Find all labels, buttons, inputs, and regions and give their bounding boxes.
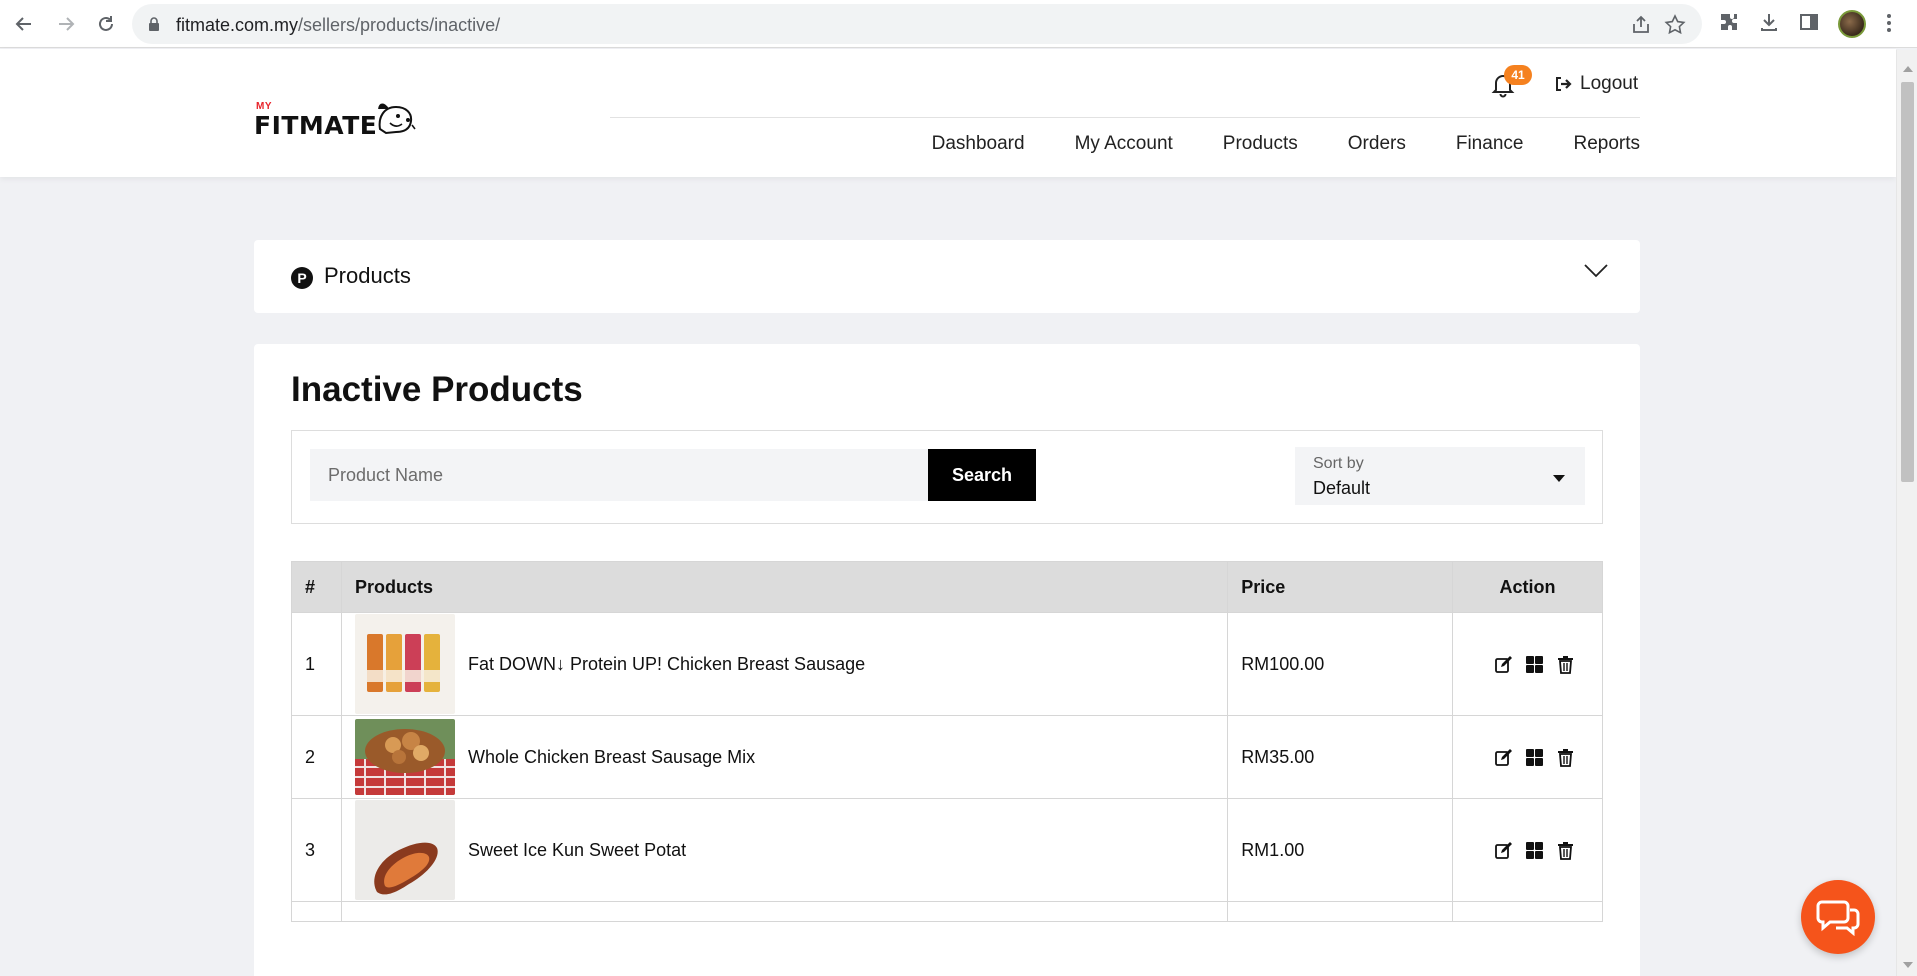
- side-panel-icon[interactable]: [1798, 11, 1822, 35]
- dog-mascot-icon: [378, 103, 416, 135]
- edit-icon[interactable]: [1494, 748, 1513, 767]
- action-cell: [1452, 798, 1603, 902]
- product-name-link[interactable]: Sweet Ice Kun Sweet Potat: [468, 840, 686, 861]
- sort-by-label: Sort by: [1313, 455, 1364, 472]
- product-name-link[interactable]: Whole Chicken Breast Sausage Mix: [468, 747, 755, 768]
- url-host: fitmate.com.my: [176, 15, 299, 35]
- live-chat-button[interactable]: [1801, 880, 1875, 954]
- sort-by-value: Default: [1313, 478, 1371, 498]
- product-cell: Fat DOWN↓ Protein UP! Chicken Breast Sau…: [340, 612, 1229, 716]
- table-row: 2 Whole Chicken Breast Sausage Mix RM35.…: [291, 715, 1603, 799]
- inactive-products-card: Inactive Products Search Sort by Default…: [254, 344, 1640, 976]
- grid-view-icon[interactable]: [1525, 748, 1544, 767]
- product-price: RM100.00: [1227, 612, 1454, 716]
- grid-view-icon[interactable]: [1525, 841, 1544, 860]
- product-price: RM1.00: [1227, 798, 1454, 902]
- logo-text: FITMATE: [254, 111, 378, 140]
- logout-label: Logout: [1580, 73, 1639, 94]
- grid-view-icon[interactable]: [1525, 655, 1544, 674]
- scroll-down-arrow-icon[interactable]: [1903, 962, 1913, 968]
- share-icon[interactable]: [1630, 14, 1652, 36]
- page-title: Inactive Products: [291, 370, 583, 409]
- table-row: 1 Fat DOWN↓ Protein UP! Chicken Breast S…: [291, 612, 1603, 716]
- product-thumbnail[interactable]: [354, 614, 455, 714]
- table-row-partial: [291, 901, 1603, 922]
- back-icon[interactable]: [10, 10, 38, 38]
- scroll-up-arrow-icon[interactable]: [1903, 66, 1913, 72]
- nav-finance[interactable]: Finance: [1456, 133, 1524, 155]
- page-scrollbar[interactable]: [1896, 50, 1917, 976]
- lock-icon: [148, 17, 160, 36]
- extensions-icon[interactable]: [1718, 11, 1742, 35]
- edit-icon[interactable]: [1494, 655, 1513, 674]
- caret-down-icon: [1553, 475, 1565, 482]
- action-cell: [1452, 715, 1603, 799]
- browser-menu-icon[interactable]: [1886, 12, 1892, 34]
- product-cell: Sweet Ice Kun Sweet Potat: [340, 798, 1229, 902]
- header-divider: [610, 117, 1640, 118]
- bookmark-star-icon[interactable]: [1664, 14, 1686, 36]
- products-p-icon: P: [291, 267, 313, 289]
- table-header-row: # Products Price Action: [291, 561, 1603, 613]
- profile-avatar[interactable]: [1838, 10, 1866, 38]
- products-menu-panel[interactable]: P Products: [254, 240, 1640, 313]
- url-path: /sellers/products/inactive/: [298, 15, 501, 35]
- products-table: # Products Price Action 1 Fat DOWN↓ Prot…: [291, 561, 1603, 922]
- header-num: #: [291, 561, 342, 613]
- product-thumbnail[interactable]: [354, 800, 455, 900]
- logout-icon: [1556, 77, 1572, 91]
- notification-badge: 41: [1504, 65, 1532, 85]
- site-header: MY FITMATE 41 Logout Dashboard My Accoun…: [0, 49, 1896, 177]
- trash-icon[interactable]: [1556, 655, 1575, 674]
- chat-bubbles-icon: [1816, 900, 1860, 936]
- scrollbar-thumb[interactable]: [1901, 82, 1914, 482]
- product-thumbnail[interactable]: [354, 719, 455, 795]
- chevron-down-icon[interactable]: [1584, 264, 1608, 283]
- url-text: fitmate.com.my/sellers/products/inactive…: [176, 15, 500, 36]
- row-number: 1: [291, 612, 342, 716]
- row-number: 3: [291, 798, 342, 902]
- nav-orders[interactable]: Orders: [1348, 133, 1406, 155]
- main-nav: Dashboard My Account Products Orders Fin…: [932, 133, 1640, 155]
- trash-icon[interactable]: [1556, 841, 1575, 860]
- header-products: Products: [340, 561, 1229, 613]
- nav-reports[interactable]: Reports: [1573, 133, 1640, 155]
- product-price: RM35.00: [1227, 715, 1454, 799]
- action-cell: [1452, 612, 1603, 716]
- product-name-search-input[interactable]: [310, 449, 928, 501]
- search-button[interactable]: Search: [928, 449, 1036, 501]
- filter-bar: Search Sort by Default: [291, 430, 1603, 524]
- table-row: 3 Sweet Ice Kun Sweet Potat RM1.00: [291, 798, 1603, 902]
- product-name-link[interactable]: Fat DOWN↓ Protein UP! Chicken Breast Sau…: [468, 654, 865, 675]
- product-cell: Whole Chicken Breast Sausage Mix: [340, 715, 1229, 799]
- download-icon[interactable]: [1758, 11, 1782, 35]
- row-number: 2: [291, 715, 342, 799]
- trash-icon[interactable]: [1556, 748, 1575, 767]
- nav-my-account[interactable]: My Account: [1075, 133, 1173, 155]
- nav-products[interactable]: Products: [1223, 133, 1298, 155]
- nav-dashboard[interactable]: Dashboard: [932, 133, 1025, 155]
- logout-link[interactable]: Logout: [1554, 73, 1638, 95]
- edit-icon[interactable]: [1494, 841, 1513, 860]
- address-bar[interactable]: fitmate.com.my/sellers/products/inactive…: [132, 4, 1702, 44]
- header-price: Price: [1227, 561, 1454, 613]
- products-panel-title: Products: [324, 263, 411, 288]
- fitmate-logo[interactable]: MY FITMATE: [254, 99, 419, 140]
- browser-toolbar: fitmate.com.my/sellers/products/inactive…: [0, 0, 1917, 48]
- reload-icon[interactable]: [92, 10, 120, 38]
- forward-icon[interactable]: [52, 10, 80, 38]
- sort-by-select[interactable]: Sort by Default: [1295, 447, 1585, 505]
- header-action: Action: [1452, 561, 1603, 613]
